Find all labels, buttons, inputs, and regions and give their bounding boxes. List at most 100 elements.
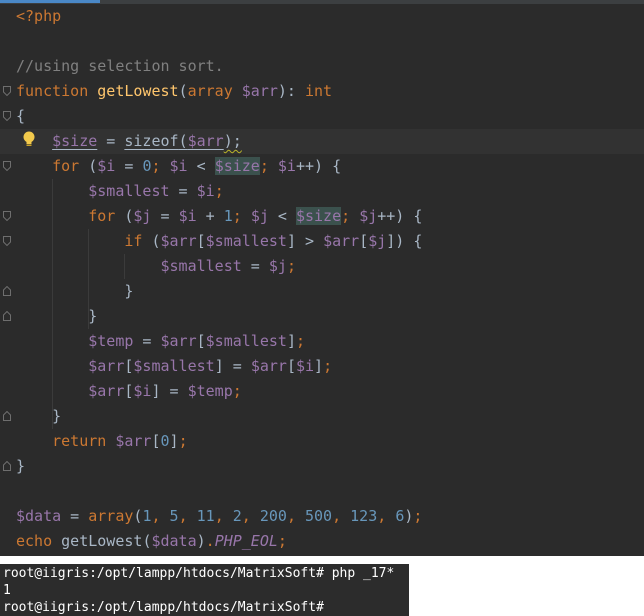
code-text: for ($j = $i + 1; $j < $size; $j++) { [16,207,422,226]
code-token: $j [268,257,287,275]
code-token: } [16,457,26,475]
code-line[interactable]: $data = array(1, 5, 11, 2, 200, 500, 123… [0,504,644,529]
code-line[interactable]: function getLowest(array $arr): int [0,79,644,104]
code-token: ] [286,332,296,350]
code-token: ): [277,82,305,100]
code-text: $arr[$i] = $temp; [16,382,242,401]
code-line[interactable]: } [0,404,644,429]
code-token: PHP_EOL [214,532,278,550]
code-token: ); [223,132,242,150]
code-line[interactable]: } [0,279,644,304]
fold-open-icon[interactable] [3,211,11,221]
code-line[interactable] [0,479,644,504]
code-text: $arr[$smallest] = $arr[$i]; [16,357,332,376]
code-token: = [169,182,197,200]
code-line[interactable]: if ($arr[$smallest] > $arr[$j]) { [0,229,644,254]
code-token: ) [196,532,206,550]
code-token: for [88,207,125,225]
code-line[interactable]: <?php [0,4,644,29]
code-token: $smallest [205,232,287,250]
code-line[interactable]: { [0,104,644,129]
code-token: 200 [259,507,287,525]
code-token: , [178,507,197,525]
code-token: ; [232,207,251,225]
code-line[interactable]: $arr[$i] = $temp; [0,379,644,404]
code-token: ++) { [377,207,423,225]
code-token: , [332,507,351,525]
code-line[interactable]: for ($i = 0; $i < $size; $i++) { [0,154,644,179]
code-token: $smallest [160,257,242,275]
code-token: $i [97,157,116,175]
fold-close-icon[interactable] [3,411,11,421]
code-line[interactable]: $size = sizeof($arr); [0,129,644,154]
fold-close-icon[interactable] [3,311,11,321]
code-text: <?php [16,7,61,26]
code-line[interactable]: return $arr[0]; [0,429,644,454]
code-token: $size [295,207,342,225]
code-token: $arr [160,332,197,350]
code-token: $arr [250,357,287,375]
code-token: = [115,157,143,175]
code-text: $temp = $arr[$smallest]; [16,332,305,351]
fold-close-icon[interactable] [3,461,11,471]
code-token: ( [151,232,161,250]
code-text: } [16,307,97,326]
code-token: ( [178,132,188,150]
code-text: $data = array(1, 5, 11, 2, 200, 500, 123… [16,507,422,526]
code-token: if [124,232,152,250]
code-token: $i [295,357,315,375]
code-text: //using selection sort. [16,57,224,76]
terminal-line: root@iigris:/opt/lampp/htdocs/MatrixSoft… [3,600,332,615]
code-text: } [16,282,133,301]
code-token: function [16,82,98,100]
code-token: 1 [223,207,233,225]
fold-open-icon[interactable] [3,111,11,121]
code-line[interactable]: for ($j = $i + 1; $j < $size; $j++) { [0,204,644,229]
code-line[interactable]: } [0,454,644,479]
code-line[interactable]: $arr[$smallest] = $arr[$i]; [0,354,644,379]
code-token: $data [16,507,62,525]
code-token: 500 [305,507,333,525]
terminal-panel[interactable]: root@iigris:/opt/lampp/htdocs/MatrixSoft… [0,564,409,616]
code-token: ; [259,157,278,175]
code-token: $i [178,207,197,225]
code-token: } [16,407,62,425]
code-token: { [16,107,26,125]
lightbulb-icon[interactable] [22,131,36,149]
code-token: 5 [169,507,179,525]
code-line[interactable] [0,29,644,54]
code-token: ] = [214,357,251,375]
code-line[interactable]: echo getLowest($data).PHP_EOL; [0,529,644,554]
terminal-line: 1 [3,583,11,598]
code-token: int [305,82,333,100]
fold-close-icon[interactable] [3,286,11,296]
code-token: $size [52,132,98,150]
code-line[interactable]: } [0,304,644,329]
code-text: for ($i = 0; $i < $size; $i++) { [16,157,341,176]
code-token: ; [214,182,224,200]
fold-open-icon[interactable] [3,236,11,246]
code-text: $smallest = $i; [16,182,224,201]
code-line[interactable]: $temp = $arr[$smallest]; [0,329,644,354]
code-token: = [151,207,179,225]
fold-open-icon[interactable] [3,161,11,171]
fold-open-icon[interactable] [3,86,11,96]
code-token: $temp [88,332,134,350]
code-token: [ [151,432,161,450]
code-line[interactable]: //using selection sort. [0,54,644,79]
code-text: } [16,407,61,426]
code-editor[interactable]: <?php //using selection sort. function get… [0,0,644,556]
code-token: $i [277,157,296,175]
code-line[interactable]: $smallest = $i; [0,179,644,204]
code-token: 0 [160,432,170,450]
code-token: <?php [16,7,62,25]
code-text: if ($arr[$smallest] > $arr[$j]) { [16,232,422,251]
code-token: ( [178,82,188,100]
active-tab-indicator [0,0,100,3]
code-token: $i [133,382,152,400]
code-token: 123 [350,507,378,525]
code-line[interactable]: $smallest = $j; [0,254,644,279]
